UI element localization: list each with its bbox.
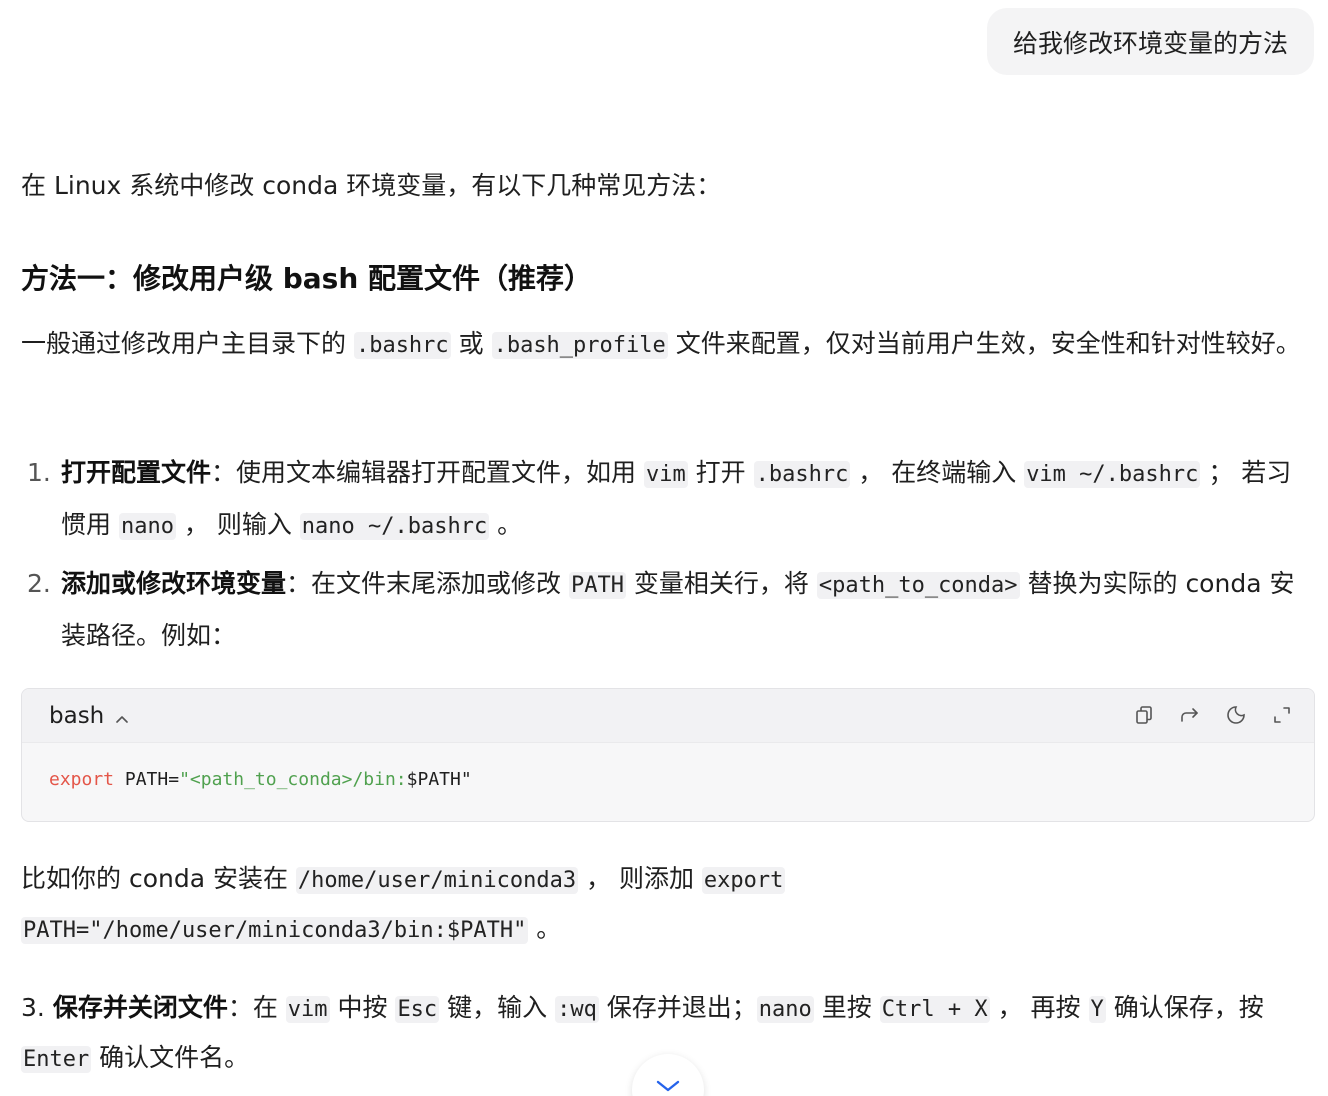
text: 文件来配置，仅对当前用户生效，安全性和针对性较好。 (667, 329, 1301, 358)
chevron-down-icon (654, 1078, 682, 1096)
step-title: 保存并关闭文件 (52, 993, 228, 1022)
text: 中按 (329, 993, 396, 1022)
text: ：使用文本编辑器打开配置文件，如用 (211, 458, 644, 487)
text: 。 (528, 914, 562, 943)
inline-code: .bashrc (753, 461, 851, 488)
list-number: 3. (21, 993, 45, 1022)
step-title: 打开配置文件 (61, 458, 212, 487)
inline-code: Y (1088, 996, 1106, 1023)
text: 打开 (687, 458, 754, 487)
inline-code: <path_to_conda> (816, 572, 1020, 599)
inline-code: :wq (555, 996, 599, 1023)
inline-code: /home/user/miniconda3 (295, 867, 579, 894)
text: 变量相关行，将 (625, 569, 817, 598)
code-content[interactable]: export PATH="<path_to_conda>/bin:$PATH" (22, 743, 1314, 795)
list-item-body: 添加或修改环境变量：在文件末尾添加或修改 PATH 变量相关行，将 <path_… (61, 559, 1315, 661)
text: 确认保存，按 (1105, 993, 1264, 1022)
example-text: 比如你的 conda 安装在 /home/user/miniconda3 ， 则… (21, 855, 1311, 955)
expand-icon[interactable] (1268, 701, 1296, 729)
inline-code: nano (118, 513, 176, 540)
text: ， 再按 (989, 993, 1089, 1022)
code-string-end: " (460, 769, 472, 790)
text: 确认文件名。 (91, 1043, 250, 1072)
code-string: "<path_to_conda>/bin: (179, 769, 407, 790)
code-variable-ref: $PATH (406, 769, 461, 790)
text: 或 (450, 329, 492, 358)
share-icon[interactable] (1176, 701, 1204, 729)
text: ， 在终端输入 (850, 458, 1025, 487)
text: ：在 (227, 993, 286, 1022)
list-number: 1. (27, 458, 51, 487)
inline-code: .bash_profile (491, 332, 668, 359)
text: 键，输入 (439, 993, 556, 1022)
step-title: 添加或修改环境变量 (61, 569, 287, 598)
inline-code: nano ~/.bashrc (299, 513, 490, 540)
inline-code: vim (285, 996, 330, 1023)
code-block: bash export PATH="<path_to_conda>/bin:$P… (21, 688, 1315, 822)
text: 一般通过修改用户主目录下的 (21, 329, 354, 358)
text: ， 则输入 (175, 510, 300, 539)
inline-code: Enter (21, 1046, 92, 1073)
inline-code: Esc (395, 996, 440, 1023)
copy-icon[interactable] (1130, 701, 1158, 729)
code-variable: PATH= (114, 769, 180, 790)
method1-heading: 方法一：修改用户级 bash 配置文件（推荐） (21, 262, 593, 295)
text: 。 (489, 510, 523, 539)
list-item-body: 打开配置文件：使用文本编辑器打开配置文件，如用 vim 打开 .bashrc ，… (61, 448, 1315, 552)
inline-code: Ctrl + X (879, 996, 990, 1023)
inline-code: nano (756, 996, 814, 1023)
inline-code: PATH="/home/user/miniconda3/bin:$PATH" (21, 917, 529, 944)
code-block-header: bash (22, 689, 1314, 743)
list-number: 2. (27, 569, 51, 598)
text: 里按 (813, 993, 880, 1022)
inline-code: PATH (568, 572, 626, 599)
text: ：在文件末尾添加或修改 (286, 569, 569, 598)
text: 保存并退出； (598, 993, 757, 1022)
inline-code: vim (643, 461, 688, 488)
intro-text: 在 Linux 系统中修改 conda 环境变量，有以下几种常见方法： (21, 171, 722, 200)
chevron-up-icon[interactable] (114, 708, 130, 724)
code-keyword: export (49, 769, 115, 790)
user-message-text: 给我修改环境变量的方法 (1012, 28, 1288, 58)
text: 比如你的 conda 安装在 (21, 864, 296, 893)
inline-code: .bashrc (353, 332, 451, 359)
inline-code: export (701, 867, 786, 894)
user-message-bubble: 给我修改环境变量的方法 (986, 8, 1314, 75)
inline-code: vim ~/.bashrc (1024, 461, 1201, 488)
theme-icon[interactable] (1222, 701, 1250, 729)
text: ， 则添加 (578, 864, 702, 893)
code-toolbar (1130, 701, 1296, 729)
method1-description: 一般通过修改用户主目录下的 .bashrc 或 .bash_profile 文件… (21, 320, 1311, 370)
code-language-label: bash (49, 702, 105, 729)
